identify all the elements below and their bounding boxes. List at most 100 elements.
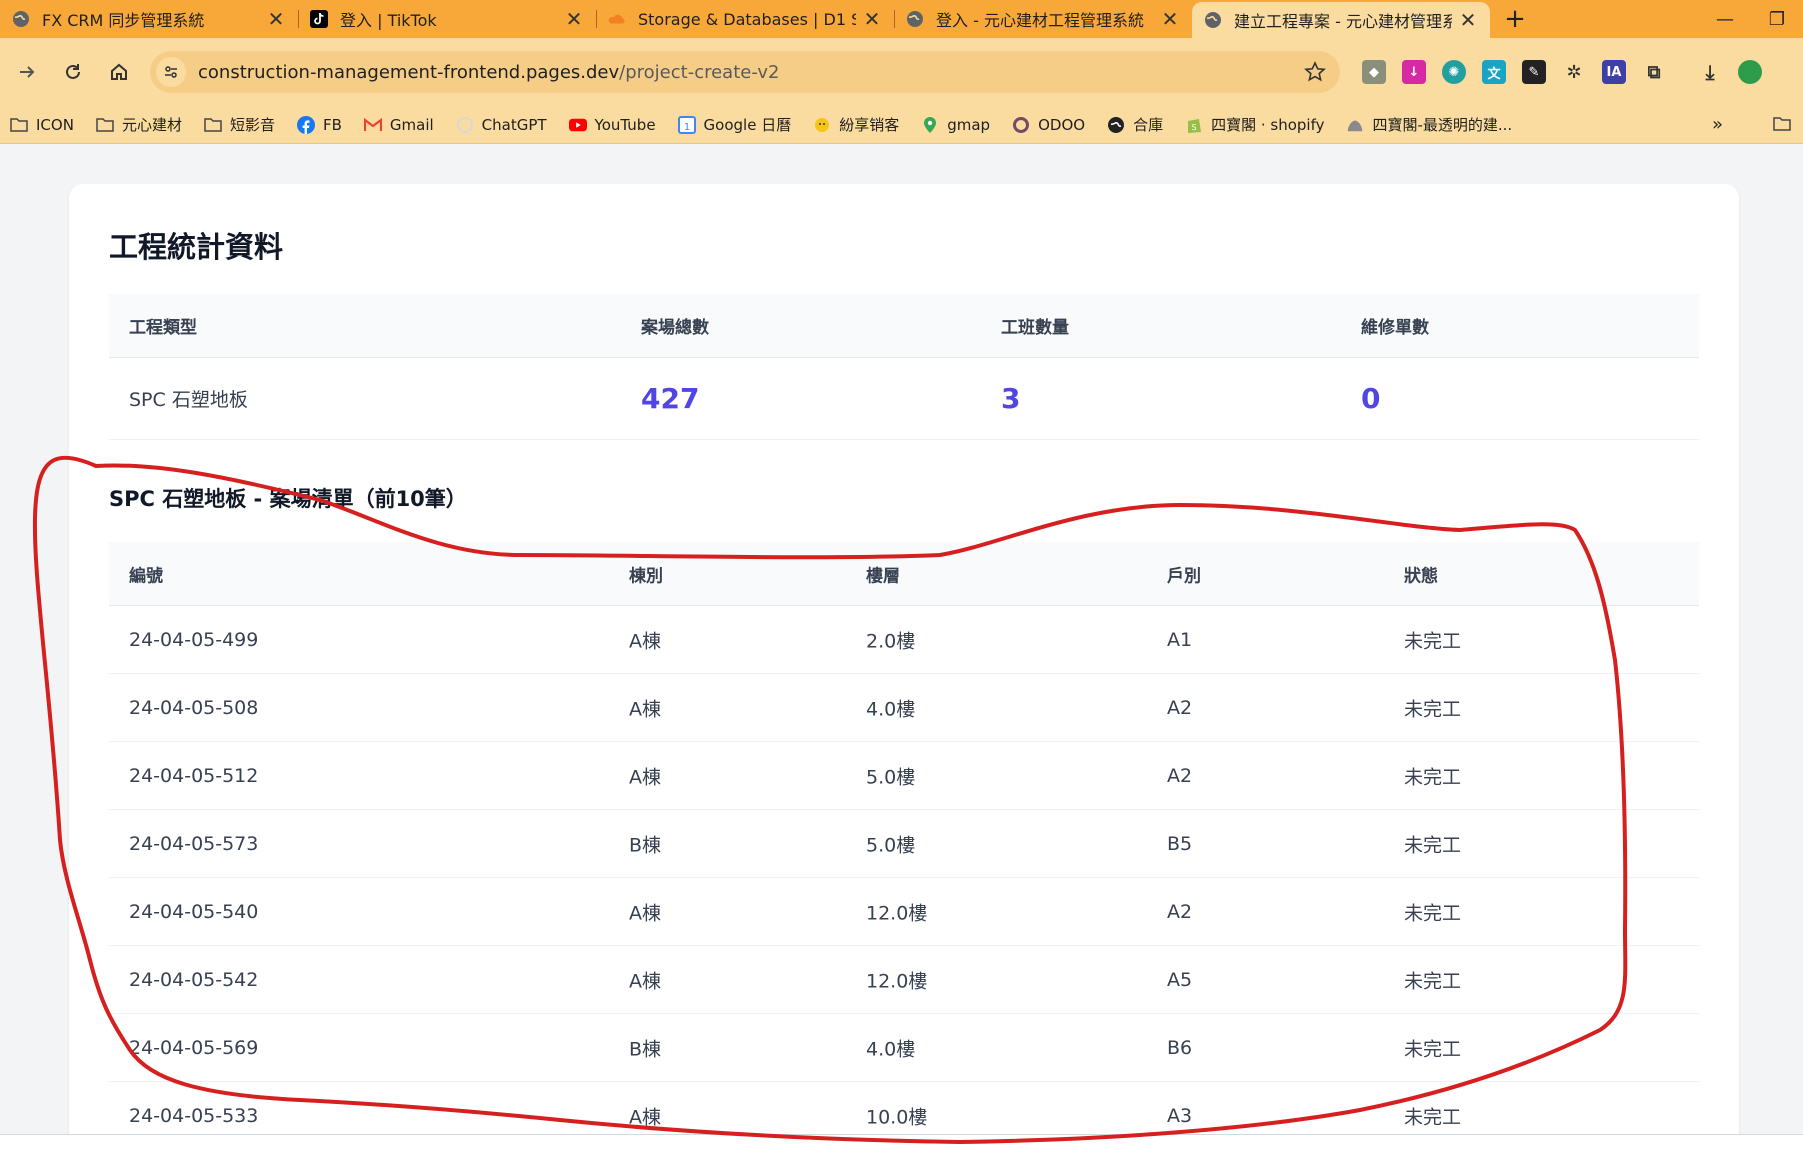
extension-icon[interactable]: IA: [1602, 60, 1626, 84]
table-row[interactable]: 24-04-05-540 A棟 12.0樓 A2 未完工: [109, 878, 1699, 946]
bookmark-label: ChatGPT: [481, 115, 547, 134]
gmail-icon: [363, 116, 382, 134]
page-viewport: 工程統計資料 工程類型 案場總數 工班數量 維修單數 SPC 石塑地板 427 …: [0, 144, 1803, 1134]
close-tab-icon[interactable]: ✕: [1160, 7, 1180, 31]
odoo-icon: [1012, 116, 1030, 134]
table-row[interactable]: 24-04-05-533 A棟 10.0樓 A3 未完工: [109, 1082, 1699, 1134]
new-tab-button[interactable]: +: [1498, 0, 1532, 38]
maximize-icon[interactable]: ❐: [1751, 9, 1803, 30]
cloudflare-icon: [608, 10, 626, 28]
table-row[interactable]: 24-04-05-569 B棟 4.0樓 B6 未完工: [109, 1014, 1699, 1082]
downloader-extension-icon[interactable]: ↓: [1402, 60, 1426, 84]
globe-icon: [1204, 11, 1222, 29]
extension-icon[interactable]: ✺: [1442, 60, 1466, 84]
bookmark-item[interactable]: 短影音: [204, 114, 275, 135]
browser-tab[interactable]: 登入 | TikTok ✕: [298, 0, 596, 38]
avatar[interactable]: [1738, 60, 1762, 84]
bookmark-item[interactable]: 紛享销客: [813, 114, 899, 135]
table-row[interactable]: 24-04-05-508 A棟 4.0樓 A2 未完工: [109, 674, 1699, 742]
bookmark-item[interactable]: 元心建材: [96, 114, 182, 135]
url-path: /project-create-v2: [619, 61, 780, 83]
facebook-icon: [296, 115, 315, 134]
download-icon[interactable]: ⤓: [1698, 60, 1722, 84]
bookmark-item[interactable]: S 四寶閣 · shopify: [1185, 114, 1324, 135]
bookmark-item[interactable]: gmap: [921, 116, 990, 134]
unit: B5: [1167, 832, 1193, 855]
floor: 2.0樓: [866, 630, 916, 652]
bookmark-item[interactable]: ICON: [10, 116, 74, 134]
bookmark-label: ODOO: [1038, 115, 1086, 134]
building: A棟: [629, 1106, 661, 1128]
shopify-icon: S: [1185, 116, 1203, 134]
bookmark-label: 四寶閣 · shopify: [1211, 116, 1325, 134]
extension-icon[interactable]: ◆: [1362, 60, 1386, 84]
youtube-icon: [568, 116, 587, 134]
unit: A2: [1167, 764, 1193, 787]
stats-row: SPC 石塑地板 427 3 0: [109, 358, 1699, 440]
header-unit: 戶別: [1167, 566, 1201, 586]
table-row[interactable]: 24-04-05-499 A棟 2.0樓 A1 未完工: [109, 606, 1699, 674]
status: 未完工: [1404, 698, 1462, 720]
bookmark-item[interactable]: ChatGPT: [456, 116, 547, 134]
site-id: 24-04-05-542: [129, 968, 259, 991]
bookmark-item[interactable]: FB: [296, 115, 342, 134]
project-type: SPC 石塑地板: [129, 389, 248, 411]
bookmark-label: ICON: [36, 115, 74, 134]
stats-header-sites: 案場總數: [641, 318, 709, 338]
svg-text:S: S: [1192, 123, 1197, 132]
url-host: construction-management-frontend.pages.d…: [198, 61, 620, 83]
crew-count: 3: [1001, 382, 1021, 415]
close-tab-icon[interactable]: ✕: [1458, 8, 1478, 32]
bank-icon: [1107, 116, 1125, 134]
table-row[interactable]: 24-04-05-512 A棟 5.0樓 A2 未完工: [109, 742, 1699, 810]
extension-icon[interactable]: ✎: [1522, 60, 1546, 84]
status: 未完工: [1404, 834, 1462, 856]
bookmark-item[interactable]: 四寶閣-最透明的建...: [1346, 114, 1512, 135]
unit: A5: [1167, 968, 1193, 991]
browser-tab-active[interactable]: 建立工程專案 - 元心建材管理系統 ✕: [1192, 2, 1490, 38]
unit: B6: [1167, 1036, 1193, 1059]
bookmark-item[interactable]: Gmail: [363, 116, 434, 134]
more-bookmarks-icon[interactable]: »: [1712, 114, 1723, 135]
bookmark-item[interactable]: YouTube: [568, 116, 656, 134]
close-tab-icon[interactable]: ✕: [266, 7, 286, 31]
reload-icon[interactable]: [54, 53, 92, 91]
close-tab-icon[interactable]: ✕: [564, 7, 584, 31]
floor: 5.0樓: [866, 766, 916, 788]
extensions-puzzle-icon[interactable]: ⧉: [1642, 60, 1666, 84]
table-row[interactable]: 24-04-05-542 A棟 12.0樓 A5 未完工: [109, 946, 1699, 1014]
tab-title: 建立工程專案 - 元心建材管理系統: [1234, 12, 1452, 31]
bug-extension-icon[interactable]: ✲: [1562, 60, 1586, 84]
minimize-icon[interactable]: —: [1699, 9, 1751, 30]
site-id: 24-04-05-508: [129, 696, 259, 719]
building: A棟: [629, 630, 661, 652]
address-bar[interactable]: construction-management-frontend.pages.d…: [150, 51, 1340, 93]
status: 未完工: [1404, 970, 1462, 992]
browser-tab[interactable]: 登入 - 元心建材工程管理系統 ✕: [894, 0, 1192, 38]
table-row[interactable]: 24-04-05-573 B棟 5.0樓 B5 未完工: [109, 810, 1699, 878]
site-list-header: 編號 棟別 樓層 戶別 狀態: [109, 542, 1699, 606]
site-info-icon[interactable]: [156, 57, 186, 87]
home-icon[interactable]: [100, 53, 138, 91]
browser-tab[interactable]: FX CRM 同步管理系統 ✕: [0, 0, 298, 38]
status: 未完工: [1404, 902, 1462, 924]
stats-header-type: 工程類型: [129, 318, 197, 338]
building: A棟: [629, 766, 661, 788]
stats-header-crews: 工班數量: [1001, 318, 1069, 338]
folder-icon[interactable]: [1773, 116, 1791, 135]
bookmark-item[interactable]: 合庫: [1107, 114, 1163, 135]
close-tab-icon[interactable]: ✕: [862, 7, 882, 31]
forward-icon[interactable]: [8, 53, 46, 91]
floor: 5.0樓: [866, 834, 916, 856]
browser-tab[interactable]: Storage & Databases | D1 SQL ✕: [596, 0, 894, 38]
stats-table: 工程類型 案場總數 工班數量 維修單數 SPC 石塑地板 427 3 0: [109, 294, 1699, 440]
folder-icon: [204, 116, 222, 134]
bookmark-item[interactable]: ODOO: [1012, 116, 1085, 134]
repair-count: 0: [1361, 382, 1381, 415]
site-id: 24-04-05-512: [129, 764, 259, 787]
site-id: 24-04-05-499: [129, 628, 259, 651]
bookmark-star-icon[interactable]: [1304, 61, 1326, 87]
translate-extension-icon[interactable]: 文: [1482, 60, 1506, 84]
bookmark-item[interactable]: 1 Google 日曆: [677, 114, 791, 135]
svg-text:1: 1: [683, 122, 689, 133]
